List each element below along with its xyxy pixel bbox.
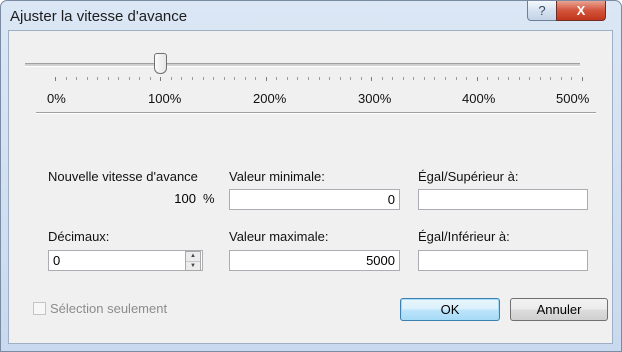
- slider-tick: [350, 77, 352, 80]
- tick-label-100: 100%: [148, 91, 182, 106]
- tick-label-400: 400%: [462, 91, 496, 106]
- slider-tick: [202, 77, 204, 80]
- max-value-input[interactable]: 5000: [229, 250, 400, 271]
- slider-tick: [539, 77, 541, 80]
- slider-tick: [497, 77, 499, 80]
- slider-tick: [582, 77, 583, 81]
- tick-label-500: 500%: [556, 91, 590, 106]
- slider-tick: [339, 77, 341, 80]
- decimals-spinner[interactable]: ▲ ▼: [185, 251, 201, 271]
- slider-tick: [444, 77, 446, 80]
- slider-tick: [434, 77, 436, 80]
- slider-tick: [466, 77, 468, 80]
- selection-only-checkbox[interactable]: [33, 302, 46, 315]
- spin-up-icon[interactable]: ▲: [186, 252, 200, 262]
- slider-tick: [118, 77, 120, 80]
- slider-tick: [571, 77, 573, 80]
- slider-tick: [318, 77, 320, 80]
- slider-tick: [508, 77, 510, 80]
- new-speed-input[interactable]: 100: [48, 189, 200, 210]
- separator: [36, 112, 596, 114]
- min-value-input[interactable]: 0: [229, 189, 400, 210]
- slider-tick: [192, 77, 194, 80]
- tick-label-200: 200%: [253, 91, 287, 106]
- slider-tick: [402, 77, 404, 80]
- slider-tick: [360, 77, 362, 80]
- tick-label-300: 300%: [358, 91, 392, 106]
- slider-tick: [476, 77, 478, 81]
- decimals-input[interactable]: 0: [48, 250, 203, 271]
- lte-input[interactable]: [418, 250, 588, 271]
- slider-tick: [413, 77, 415, 80]
- slider-tick: [107, 77, 109, 80]
- slider-tick: [139, 77, 141, 80]
- cancel-button[interactable]: Annuler: [510, 298, 608, 321]
- window-title: Ajuster la vitesse d'avance: [10, 8, 188, 25]
- slider-tick: [307, 77, 309, 80]
- gte-label: Égal/Supérieur à:: [418, 169, 519, 184]
- new-speed-unit: %: [203, 191, 215, 206]
- slider-tick: [234, 77, 236, 80]
- slider-tick: [381, 77, 383, 80]
- tick-label-0: 0%: [47, 91, 66, 106]
- slider-tick: [276, 77, 278, 80]
- slider-tick: [181, 77, 183, 80]
- slider-tick: [371, 77, 373, 81]
- ok-button[interactable]: OK: [400, 298, 500, 321]
- slider-tick: [329, 77, 331, 80]
- slider-tick: [286, 77, 288, 80]
- slider-ticks: [0, 77, 622, 81]
- slider-tick: [265, 77, 267, 81]
- slider-tick: [550, 77, 552, 80]
- help-button[interactable]: ?: [527, 1, 557, 21]
- slider-tick: [213, 77, 215, 80]
- slider-tick: [223, 77, 225, 80]
- lte-label: Égal/Inférieur à:: [418, 229, 510, 244]
- max-value-label: Valeur maximale:: [229, 229, 329, 244]
- min-value-label: Valeur minimale:: [229, 169, 325, 184]
- slider-thumb[interactable]: [154, 53, 168, 74]
- spin-down-icon[interactable]: ▼: [186, 262, 200, 271]
- slider-tick: [160, 77, 162, 81]
- slider-tick: [76, 77, 78, 80]
- slider-tick: [244, 77, 246, 80]
- slider-tick: [97, 77, 99, 80]
- slider-tick: [423, 77, 425, 80]
- selection-only-label[interactable]: Sélection seulement: [50, 301, 167, 316]
- slider-tick: [128, 77, 130, 80]
- new-speed-label: Nouvelle vitesse d'avance: [48, 169, 198, 184]
- slider-tick: [529, 77, 531, 80]
- slider-track[interactable]: [25, 63, 580, 67]
- slider-tick: [560, 77, 562, 80]
- slider-tick: [392, 77, 394, 80]
- slider-tick: [170, 77, 172, 80]
- slider-tick: [149, 77, 151, 80]
- slider-tick: [86, 77, 88, 80]
- slider-tick: [487, 77, 489, 80]
- slider-tick: [518, 77, 520, 80]
- decimals-label: Décimaux:: [48, 229, 110, 244]
- close-button[interactable]: X: [556, 1, 606, 21]
- slider-tick: [255, 77, 257, 80]
- title-bar[interactable]: Ajuster la vitesse d'avance ? X: [1, 1, 621, 31]
- slider-tick: [65, 77, 67, 80]
- slider-tick: [455, 77, 457, 80]
- slider-tick: [297, 77, 299, 80]
- gte-input[interactable]: [418, 189, 588, 210]
- slider-tick: [55, 77, 56, 81]
